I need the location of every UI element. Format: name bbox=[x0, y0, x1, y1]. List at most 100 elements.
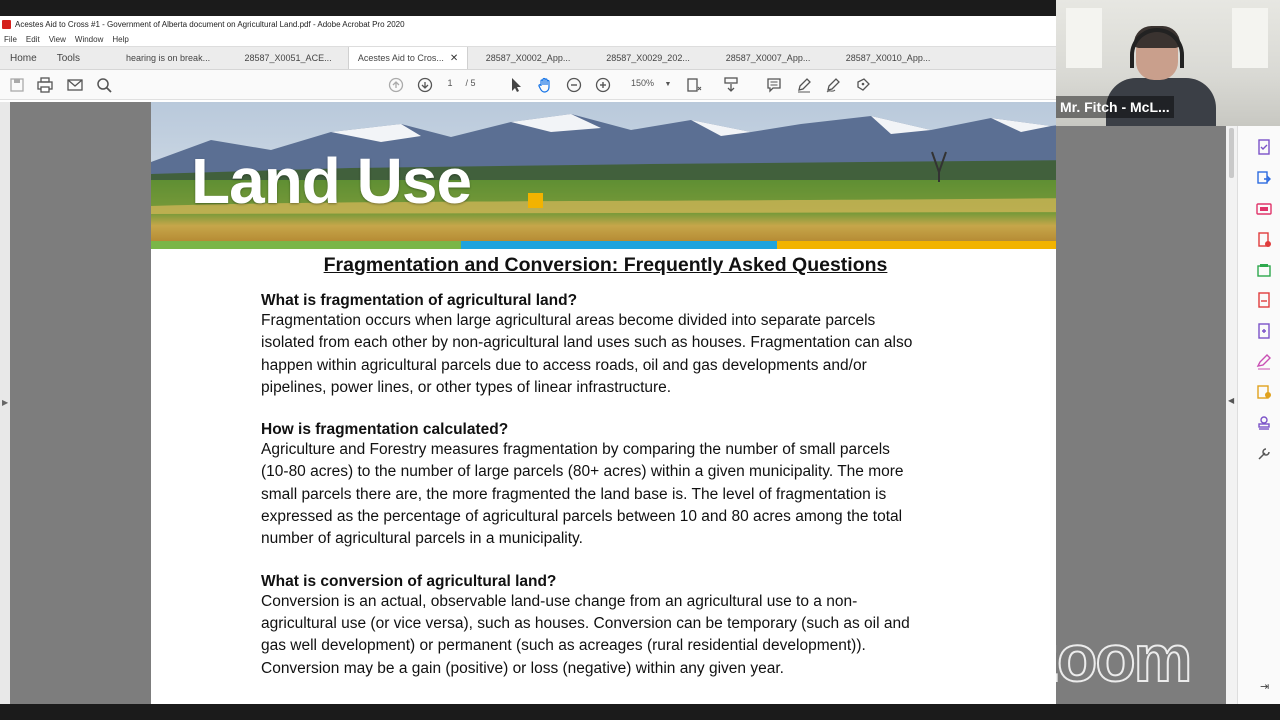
collapse-pane-icon[interactable]: ◀ bbox=[1228, 396, 1234, 405]
acrobat-app-icon bbox=[2, 19, 11, 29]
menu-help[interactable]: Help bbox=[112, 35, 128, 44]
tab-home[interactable]: Home bbox=[0, 47, 47, 69]
stripe-green bbox=[151, 241, 461, 249]
zoom-level-select[interactable]: 150% ▼ bbox=[631, 78, 671, 88]
answer-line: isolated from each other by non-agricult… bbox=[261, 334, 913, 352]
menu-view[interactable]: View bbox=[49, 35, 66, 44]
doc-tab-active[interactable]: Acestes Aid to Cros... ✕ bbox=[348, 47, 469, 69]
tab-bar: Home Tools hearing is on break... 28587_… bbox=[0, 46, 1056, 70]
edit-pdf-icon[interactable] bbox=[1256, 201, 1272, 217]
answer-paragraph: Agriculture and Forestry measures fragme… bbox=[261, 439, 991, 550]
answer-paragraph: Conversion is an actual, observable land… bbox=[261, 591, 991, 680]
question-heading: What is fragmentation of agricultural la… bbox=[261, 292, 578, 309]
doc-tab[interactable]: 28587_X0002_App... bbox=[468, 47, 588, 69]
doc-tab-label: 28587_X0029_202... bbox=[606, 53, 690, 63]
hand-tool-icon[interactable] bbox=[536, 76, 554, 94]
comment-tool-icon[interactable] bbox=[1256, 384, 1272, 400]
document-heading: Fragmentation and Conversion: Frequently… bbox=[323, 254, 888, 276]
answer-line: Conversion is an actual, observable land… bbox=[261, 592, 858, 610]
zoom-out-icon[interactable] bbox=[565, 76, 583, 94]
title-bar: Acestes Aid to Cross #1 - Government of … bbox=[0, 16, 1056, 32]
doc-tab[interactable]: 28587_X0010_App... bbox=[828, 47, 948, 69]
expand-left-panel-icon[interactable]: ▶ bbox=[2, 398, 8, 407]
collapse-right-pane-icon[interactable]: ⇥ bbox=[1260, 680, 1269, 693]
draw-icon[interactable] bbox=[824, 76, 842, 94]
page-indicator[interactable]: 1 / 5 bbox=[443, 78, 476, 88]
document-viewport-extension bbox=[1056, 126, 1226, 704]
pdf-page: Land Use Fragmentation and Conversion: F… bbox=[151, 102, 1056, 704]
document-viewport[interactable]: ▶ Land Use Fragmentation and Conversion:… bbox=[0, 102, 1056, 704]
zoom-in-icon[interactable] bbox=[594, 76, 612, 94]
screen: Acestes Aid to Cross #1 - Government of … bbox=[0, 0, 1280, 720]
banner-accent-square bbox=[528, 193, 543, 208]
previous-page-icon[interactable] bbox=[387, 76, 405, 94]
doc-tab-label: 28587_X0007_App... bbox=[725, 53, 811, 63]
doc-tab[interactable]: hearing is on break... bbox=[108, 47, 228, 69]
close-icon[interactable]: ✕ bbox=[450, 53, 458, 64]
answer-line: Agriculture and Forestry measures fragme… bbox=[261, 441, 890, 459]
doc-tab-label: 28587_X0002_App... bbox=[485, 53, 571, 63]
question-heading: How is fragmentation calculated? bbox=[261, 421, 509, 439]
question-heading: What is conversion of agricultural land? bbox=[261, 572, 557, 590]
toolbar: 1 / 5 150% ▼ bbox=[0, 70, 1056, 100]
organize-pages-icon[interactable] bbox=[1256, 262, 1272, 278]
answer-line: expressed as the percentage of agricultu… bbox=[261, 508, 903, 526]
scrollbar-thumb[interactable] bbox=[1229, 128, 1234, 178]
background-window bbox=[1232, 8, 1268, 68]
email-icon[interactable] bbox=[66, 76, 84, 94]
menu-edit[interactable]: Edit bbox=[26, 35, 40, 44]
answer-line: happen within agricultural parcels due t… bbox=[261, 356, 867, 374]
enhance-scans-icon[interactable] bbox=[1256, 323, 1272, 339]
doc-tab[interactable]: 28587_X0051_ACE... bbox=[228, 47, 348, 69]
document-body: Fragmentation and Conversion: Frequently… bbox=[261, 254, 991, 680]
combine-files-icon[interactable] bbox=[1256, 232, 1272, 248]
scroll-mode-icon[interactable] bbox=[722, 76, 740, 94]
select-cursor-icon[interactable] bbox=[507, 76, 525, 94]
comment-icon[interactable] bbox=[765, 76, 783, 94]
more-tools-icon[interactable] bbox=[1256, 446, 1272, 462]
answer-line: agricultural use (or vice versa), such a… bbox=[261, 614, 910, 632]
window-title: Acestes Aid to Cross #1 - Government of … bbox=[15, 19, 405, 29]
stamp-icon[interactable] bbox=[1256, 415, 1272, 431]
answer-line: small parcels there are, the more fragme… bbox=[261, 485, 887, 503]
left-nav-strip[interactable]: ▶ bbox=[0, 102, 10, 704]
save-icon[interactable] bbox=[8, 76, 26, 94]
answer-line: Fragmentation occurs when large agricult… bbox=[261, 312, 876, 329]
create-pdf-icon[interactable] bbox=[1256, 170, 1272, 186]
page-number-input[interactable]: 1 bbox=[443, 78, 457, 88]
answer-line: pipelines, power lines, or other types o… bbox=[261, 378, 672, 396]
background-window bbox=[1066, 8, 1102, 68]
bottom-black-bar bbox=[0, 704, 1280, 720]
doc-tab-label: hearing is on break... bbox=[126, 53, 211, 63]
tab-tools[interactable]: Tools bbox=[47, 47, 90, 69]
menu-file[interactable]: File bbox=[4, 35, 17, 44]
participant-name: Mr. Fitch - McL... bbox=[1056, 96, 1174, 118]
search-icon[interactable] bbox=[95, 76, 113, 94]
page-total: / 5 bbox=[465, 78, 476, 88]
color-stripe bbox=[151, 241, 1056, 249]
banner-title: Land Use bbox=[191, 145, 472, 217]
answer-line: gas well development) or permanent (such… bbox=[261, 637, 866, 655]
next-page-icon[interactable] bbox=[416, 76, 434, 94]
doc-tab[interactable]: 28587_X0007_App... bbox=[708, 47, 828, 69]
answer-line: Conversion may be a gain (positive) or l… bbox=[261, 659, 784, 677]
doc-tab-label: 28587_X0010_App... bbox=[845, 53, 931, 63]
export-pdf-icon[interactable] bbox=[1256, 139, 1272, 155]
answer-line: number of agricultural parcels in a muni… bbox=[261, 530, 583, 548]
land-use-banner: Land Use bbox=[151, 102, 1056, 241]
zoom-watermark: zoom bbox=[1025, 620, 1193, 696]
fill-and-sign-icon[interactable] bbox=[1256, 354, 1272, 370]
stripe-blue bbox=[461, 241, 777, 249]
sign-icon[interactable] bbox=[854, 76, 872, 94]
print-icon[interactable] bbox=[36, 76, 54, 94]
vertical-scrollbar[interactable]: ◀ bbox=[1226, 126, 1238, 704]
doc-tab-label: Acestes Aid to Cros... bbox=[357, 53, 444, 63]
menu-window[interactable]: Window bbox=[75, 35, 103, 44]
fit-page-icon[interactable] bbox=[685, 76, 703, 94]
stripe-yellow bbox=[777, 241, 1056, 249]
answer-line: (10-80 acres) to the number of large par… bbox=[261, 463, 904, 481]
menu-bar: File Edit View Window Help bbox=[0, 32, 1056, 46]
export-icon[interactable] bbox=[1256, 292, 1272, 308]
doc-tab[interactable]: 28587_X0029_202... bbox=[588, 47, 708, 69]
highlight-pen-icon[interactable] bbox=[795, 76, 813, 94]
